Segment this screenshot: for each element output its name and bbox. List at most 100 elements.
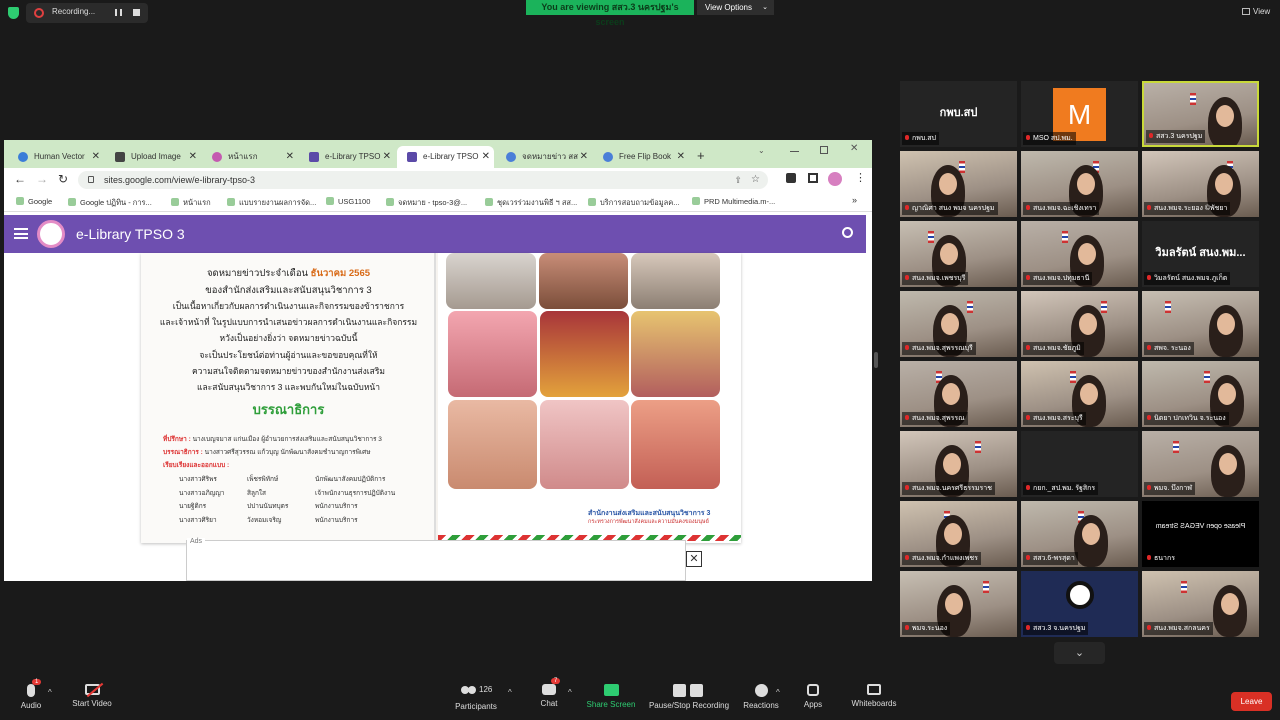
bookmark-item[interactable]: แบบรายงานผลการจัด... — [227, 197, 316, 209]
leave-button[interactable]: Leave — [1231, 692, 1272, 711]
participant-tile[interactable]: สนง.พมจ.นครศรีธรรมราช — [900, 431, 1017, 497]
share-page-icon[interactable]: ⇪ — [734, 171, 742, 189]
participant-tile[interactable]: พมจ.ระนอง — [900, 571, 1017, 637]
back-arrow-icon[interactable]: ← — [14, 172, 26, 186]
participant-tile[interactable]: ญาณิศา สนง พมจ นครปฐม — [900, 151, 1017, 217]
participant-tile[interactable]: สนง.พมจ.กำแพงเพชร — [900, 501, 1017, 567]
participant-tile[interactable]: กพบ.สป กพบ.สป — [900, 81, 1017, 147]
bookmark-item[interactable]: จดหมาย - tpso-3@... — [386, 197, 467, 209]
audio-options-caret-icon[interactable]: ^ — [48, 688, 52, 697]
profile-avatar[interactable] — [828, 172, 842, 186]
ad-banner[interactable] — [186, 540, 686, 581]
participant-tile[interactable]: Please open VEGAS Stream ธนากร — [1142, 501, 1259, 567]
browser-tab[interactable]: e-Library TPSO ✕ — [299, 146, 395, 168]
microphone-icon: 1 — [27, 679, 42, 697]
view-button[interactable]: View — [1242, 7, 1270, 16]
more-bookmarks-icon[interactable]: » — [852, 195, 857, 205]
side-panel-icon[interactable] — [808, 173, 818, 183]
new-tab-icon[interactable]: + — [697, 148, 705, 163]
pause-stop-recording-button[interactable]: Pause/Stop Recording — [648, 684, 730, 710]
share-screen-button[interactable]: Share Screen — [586, 684, 636, 709]
tab-search-icon[interactable]: ⌄ — [758, 146, 765, 155]
close-tab-icon[interactable]: ✕ — [580, 146, 588, 168]
gallery-next-page-button[interactable]: ⌄ — [1054, 642, 1105, 664]
participant-tile[interactable]: สนง.พมจ.ฉะเชิงเทรา — [1021, 151, 1138, 217]
audio-button[interactable]: 1 Audio — [18, 679, 44, 710]
tab-label: e-Library TPSO — [423, 152, 479, 161]
security-shield-icon[interactable] — [8, 7, 19, 19]
site-logo[interactable] — [37, 220, 65, 248]
bookmark-item[interactable]: USG1100 — [326, 197, 370, 206]
participants-button[interactable]: 126 Participants — [452, 684, 500, 711]
bookmark-item[interactable]: Google — [16, 197, 52, 206]
participant-video-face — [939, 173, 957, 195]
participant-tile[interactable]: สนง.พมจ.สกลนคร — [1142, 571, 1259, 637]
participant-tile[interactable]: สพจ. ระนอง — [1142, 291, 1259, 357]
browser-tab[interactable]: Free Flip Book ✕ — [593, 146, 689, 168]
bookmark-item[interactable]: บริการสอบถามข้อมูลค... — [588, 197, 680, 209]
participant-tile[interactable]: สสว.3 จ.นครปฐม — [1021, 571, 1138, 637]
participant-tile[interactable]: วิมลรัตน์ สนง.พม... วิมลรัตน์ สนง.พมจ.ภูเ… — [1142, 221, 1259, 287]
maximize-window-icon[interactable] — [820, 146, 828, 154]
browser-tab[interactable]: Human Vector ✕ — [8, 146, 104, 168]
participant-tile[interactable]: สนง.พมจ.สุพรรณ — [900, 361, 1017, 427]
flipbook-spread[interactable]: จดหมายข่าวประจำเดือน ธันวาคม 2565 ของสำน… — [141, 253, 741, 543]
chat-label: Chat — [540, 699, 558, 708]
participant-tile[interactable]: สนง.พมจ.ชัยภูมิ — [1021, 291, 1138, 357]
chat-button[interactable]: 7 Chat — [535, 678, 563, 708]
browser-tab-active[interactable]: e-Library TPSO ✕ — [397, 146, 494, 168]
recording-dot-icon — [34, 8, 44, 18]
close-tab-icon[interactable]: ✕ — [482, 146, 490, 168]
site-search-icon[interactable] — [842, 227, 853, 238]
close-window-icon[interactable]: ✕ — [850, 143, 858, 154]
layout-splitter-handle[interactable] — [874, 352, 878, 368]
close-tab-icon[interactable]: ✕ — [286, 146, 294, 168]
forward-arrow-icon[interactable]: → — [36, 172, 48, 186]
bookmark-item[interactable]: Google ปฏิทิน - การ... — [68, 197, 152, 209]
whiteboards-button[interactable]: Whiteboards — [850, 684, 898, 708]
apps-button[interactable]: Apps — [800, 684, 826, 709]
view-options-menu[interactable]: View Options ⌄ — [697, 0, 774, 15]
extensions-icon[interactable] — [786, 173, 796, 183]
bookmark-item[interactable]: หน้าแรก — [171, 197, 211, 209]
participants-options-caret-icon[interactable]: ^ — [508, 688, 512, 697]
site-title[interactable]: e-Library TPSO 3 — [76, 215, 185, 253]
participant-tile[interactable]: M MSO สป.พม. — [1021, 81, 1138, 147]
participant-tile[interactable]: สนง.พมจ.ระยอง ©พัชยา — [1142, 151, 1259, 217]
site-header: e-Library TPSO 3 — [4, 215, 866, 253]
participant-tile[interactable]: สนง.พมจ.ปทุมธานี — [1021, 221, 1138, 287]
recording-indicator: Recording... — [26, 3, 148, 23]
view-options-label: View Options — [705, 3, 752, 12]
reload-icon[interactable]: ↻ — [58, 172, 68, 186]
hamburger-menu-icon[interactable] — [14, 228, 28, 239]
close-tab-icon[interactable]: ✕ — [677, 146, 685, 168]
start-video-button[interactable]: Start Video — [70, 682, 114, 708]
browser-tab[interactable]: Upload Image ✕ — [105, 146, 201, 168]
participant-tile[interactable]: กยก._สป.พม. รัฐสิกร — [1021, 431, 1138, 497]
participant-tile[interactable]: สนง.พมจ.สุพรรณบุรี — [900, 291, 1017, 357]
stop-recording-icon[interactable] — [133, 9, 140, 16]
participant-tile[interactable]: สสว.3 นครปฐม — [1142, 81, 1259, 147]
url-bar[interactable]: sites.google.com/view/e-library-tpso-3 ⇪… — [78, 171, 768, 189]
close-tab-icon[interactable]: ✕ — [189, 146, 197, 168]
participant-tile[interactable]: สสว.6-พรสุดา — [1021, 501, 1138, 567]
participant-tile[interactable]: นิตยา ปกเทวิน จ.ระนอง — [1142, 361, 1259, 427]
participant-tile[interactable]: สนง.พมจ.สระบุรี — [1021, 361, 1138, 427]
pause-recording-icon[interactable] — [115, 9, 122, 16]
browser-menu-icon[interactable]: ⋮ — [855, 171, 866, 184]
minimize-window-icon[interactable] — [790, 151, 799, 152]
close-tab-icon[interactable]: ✕ — [383, 146, 391, 168]
close-ad-icon[interactable]: ✕ — [686, 551, 702, 567]
close-tab-icon[interactable]: ✕ — [92, 146, 100, 168]
bookmark-item[interactable]: ชุดเวรร่วมงานพิธี ฯ สส... — [485, 197, 577, 209]
newsletter-photo — [631, 400, 720, 489]
bookmark-star-icon[interactable]: ☆ — [751, 171, 760, 189]
participant-tile[interactable]: สนง.พมจ.เพชรบุรี — [900, 221, 1017, 287]
chevron-down-icon: ⌄ — [762, 4, 768, 11]
participant-tile[interactable]: พมจ. บึงกาฬ — [1142, 431, 1259, 497]
chat-options-caret-icon[interactable]: ^ — [568, 688, 572, 697]
browser-tab[interactable]: จดหมายข่าว สส ✕ — [496, 146, 592, 168]
bookmark-item[interactable]: PRD Multimedia.m-... — [692, 197, 775, 206]
reactions-options-caret-icon[interactable]: ^ — [776, 688, 780, 697]
browser-tab[interactable]: หน้าแรก ✕ — [202, 146, 298, 168]
